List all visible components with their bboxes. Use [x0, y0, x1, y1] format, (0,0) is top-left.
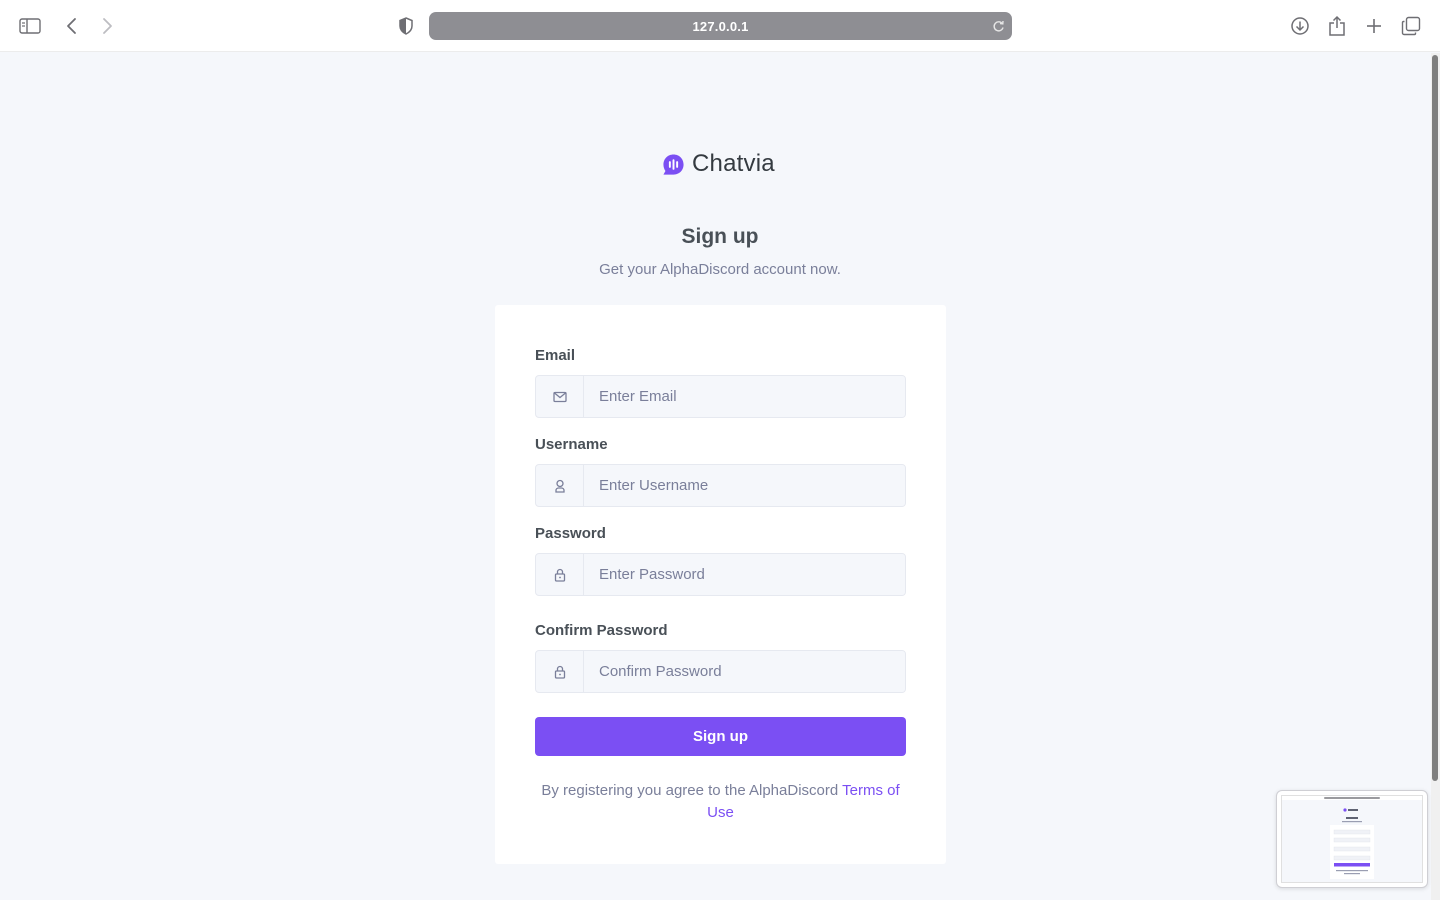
scrollbar-thumb[interactable]: [1432, 55, 1438, 781]
address-bar[interactable]: 127.0.0.1: [429, 12, 1012, 40]
thumbnail-page-preview: [1281, 795, 1423, 883]
username-label: Username: [535, 436, 608, 453]
brand-name: Chatvia: [692, 150, 775, 177]
browser-toolbar: 127.0.0.1: [0, 0, 1440, 52]
tabs-overview-icon[interactable]: [1399, 14, 1423, 38]
password-field[interactable]: [584, 554, 905, 595]
username-field[interactable]: [584, 465, 905, 506]
back-icon[interactable]: [60, 14, 84, 38]
share-icon[interactable]: [1325, 14, 1349, 38]
new-tab-icon[interactable]: [1362, 14, 1386, 38]
page-preview-thumbnail[interactable]: [1276, 790, 1428, 888]
forward-icon[interactable]: [95, 14, 119, 38]
url-text: 127.0.0.1: [692, 18, 749, 34]
sign-up-button[interactable]: Sign up: [535, 717, 906, 756]
chat-bubble-logo-icon: [662, 153, 685, 176]
terms-notice: By registering you agree to the AlphaDis…: [535, 780, 906, 824]
privacy-shield-icon[interactable]: [394, 14, 418, 38]
page-scrollbar[interactable]: [1431, 53, 1440, 900]
signup-card: Email Username Password Confirm Password: [495, 305, 946, 864]
reload-icon[interactable]: [990, 18, 1006, 34]
email-label: Email: [535, 347, 576, 364]
mail-icon: [536, 376, 584, 417]
username-input-group: [535, 464, 906, 507]
lock-icon: [536, 651, 584, 692]
password-input-group: [535, 553, 906, 596]
password-label: Password: [535, 525, 606, 542]
sidebar-toggle-icon[interactable]: [18, 14, 42, 38]
brand[interactable]: Chatvia: [662, 149, 775, 179]
confirm-password-label: Confirm Password: [535, 622, 668, 639]
confirm-password-field[interactable]: [584, 651, 905, 692]
page-content: Chatvia Sign up Get your AlphaDiscord ac…: [0, 53, 1431, 900]
lock-icon: [536, 554, 584, 595]
page-subtitle: Get your AlphaDiscord account now.: [599, 261, 841, 278]
user-icon: [536, 465, 584, 506]
email-field[interactable]: [584, 376, 905, 417]
confirm-password-input-group: [535, 650, 906, 693]
terms-text: By registering you agree to the AlphaDis…: [541, 782, 843, 799]
download-icon[interactable]: [1288, 14, 1312, 38]
page-title: Sign up: [681, 225, 759, 248]
email-input-group: [535, 375, 906, 418]
